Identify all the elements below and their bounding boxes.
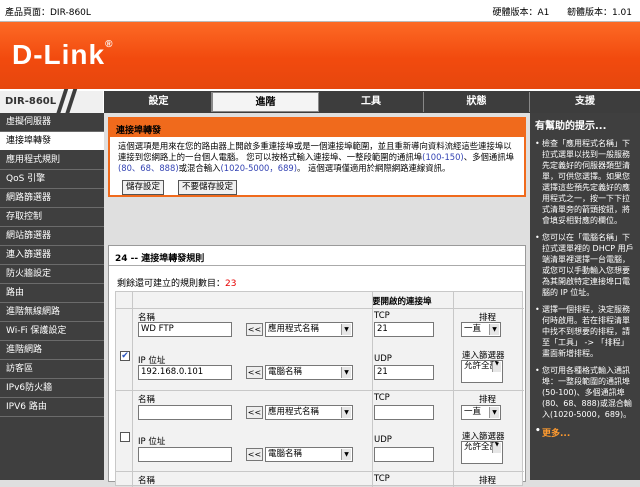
help-tip-3: 選擇一個排程，決定服務何時啟用。若在排程清單中找不到想要的排程，請至「工具」 -…	[535, 304, 635, 359]
sidebar-item-access-control[interactable]: 存取控制	[0, 208, 104, 227]
pc-arrow-button[interactable]: <<	[246, 448, 263, 461]
rule-name-input[interactable]	[138, 405, 232, 420]
tcp-label: TCP	[374, 474, 390, 484]
tcp-label: TCP	[374, 393, 390, 403]
sidebar-item-firewall-settings[interactable]: 防火牆設定	[0, 265, 104, 284]
sidebar-item-qos-engine[interactable]: QoS 引擎	[0, 170, 104, 189]
sidebar-item-port-forwarding[interactable]: 連接埠轉發	[0, 132, 104, 151]
schedule-label: 排程	[479, 476, 497, 486]
ip-address-input[interactable]	[138, 447, 232, 462]
help-panel: 有幫助的提示... 檢查「應用程式名稱」下拉式選單以找到一般服務先定義好的伺服器…	[530, 113, 640, 480]
port-forwarding-rules: 24 -- 連接埠轉發規則 剩餘還可建立的規則數目：23 要開啟的連接埠 名稱 …	[108, 245, 526, 487]
remaining-count: 23	[225, 279, 237, 289]
version-info: 硬體版本：A1 韌體版本：1.01	[492, 5, 632, 18]
top-nav: DIR-860L 設定 進階 工具 狀態 支援	[0, 89, 640, 115]
header-banner: D-Link®	[0, 22, 640, 89]
sidebar: 虛擬伺服器 連接埠轉發 應用程式規則 QoS 引擎 網路篩選器 存取控制 網站篩…	[0, 113, 104, 480]
section-title: 連接埠轉發	[110, 119, 524, 137]
top-info-bar: 產品頁面：DIR-860L 硬體版本：A1 韌體版本：1.01	[0, 0, 640, 22]
udp-ports-input[interactable]: 21	[374, 365, 434, 380]
schedule-select[interactable]: 一直 ▼	[461, 405, 501, 420]
sidebar-item-network-filter[interactable]: 網路篩選器	[0, 189, 104, 208]
remaining-rules: 剩餘還可建立的規則數目：23	[117, 279, 237, 289]
tcp-ports-input[interactable]	[374, 405, 434, 420]
tab-support[interactable]: 支援	[530, 92, 640, 112]
help-tip-4: 您可用各種格式輸入通訊埠：一整段範圍的通訊埠(50-100)、多個通訊埠(80、…	[535, 365, 635, 420]
udp-label: UDP	[374, 435, 392, 445]
name-label: 名稱	[138, 476, 156, 486]
tcp-label: TCP	[374, 311, 390, 321]
save-settings-button[interactable]: 儲存設定	[122, 180, 165, 195]
app-name-select[interactable]: 應用程式名稱 ▼	[265, 405, 353, 420]
dlink-logo: D-Link®	[12, 39, 114, 70]
sidebar-item-website-filter[interactable]: 網站篩選器	[0, 227, 104, 246]
sidebar-item-guest-zone[interactable]: 訪客區	[0, 360, 104, 379]
rule-enable-checkbox[interactable]	[120, 432, 130, 442]
schedule-select[interactable]: 一直 ▼	[461, 322, 501, 337]
udp-ports-input[interactable]	[374, 447, 434, 462]
col-ports-header: 要開啟的連接埠	[372, 297, 432, 307]
help-tip-1: 檢查「應用程式名稱」下拉式選單以找到一般服務先定義好的伺服器類型清單，可供您選擇…	[535, 138, 635, 226]
name-label: 名稱	[138, 395, 156, 405]
rule-name-input[interactable]: WD FTP	[138, 322, 232, 337]
sidebar-item-inbound-filter[interactable]: 連入篩選器	[0, 246, 104, 265]
sidebar-item-routing[interactable]: 路由	[0, 284, 104, 303]
udp-label: UDP	[374, 354, 392, 364]
app-arrow-button[interactable]: <<	[246, 323, 263, 336]
help-title: 有幫助的提示...	[535, 121, 607, 132]
tab-tools[interactable]: 工具	[319, 92, 424, 112]
sidebar-item-ipv6-routing[interactable]: IPV6 路由	[0, 398, 104, 417]
schedule-label: 排程	[479, 395, 497, 405]
dont-save-button[interactable]: 不要儲存設定	[178, 180, 238, 195]
sidebar-item-ipv6-firewall[interactable]: IPv6防火牆	[0, 379, 104, 398]
sidebar-item-advanced-network[interactable]: 進階網路	[0, 341, 104, 360]
main-content: 連接埠轉發 這個選項是用來在您的路由器上開啟多重連接埠或是一個連接埠範圍，並且重…	[104, 113, 530, 487]
tab-status[interactable]: 狀態	[424, 92, 530, 112]
ip-address-input[interactable]: 192.168.0.101	[138, 365, 232, 380]
pc-name-select[interactable]: 電腦名稱 ▼	[265, 365, 353, 380]
tab-setup[interactable]: 設定	[106, 92, 212, 112]
model-label: DIR-860L	[0, 89, 104, 115]
inbound-filter-select[interactable]: 允許全部 ▼	[461, 441, 503, 464]
inbound-filter-select[interactable]: 允許全部 ▼	[461, 360, 503, 383]
section-description: 這個選項是用來在您的路由器上開啟多重連接埠或是一個連接埠範圍，並且重新導向資料流…	[118, 141, 514, 173]
app-name-select[interactable]: 應用程式名稱 ▼	[265, 322, 353, 337]
app-arrow-button[interactable]: <<	[246, 406, 263, 419]
port-forwarding-intro: 連接埠轉發 這個選項是用來在您的路由器上開啟多重連接埠或是一個連接埠範圍，並且重…	[108, 117, 526, 197]
rule-enable-checkbox[interactable]: ✔	[120, 351, 130, 361]
tab-advanced[interactable]: 進階	[212, 92, 319, 112]
ip-label: IP 位址	[138, 437, 166, 447]
rules-table: 要開啟的連接埠 名稱 WD FTP << 應用程式名稱 ▼ TCP 21 排程 一…	[115, 291, 524, 487]
sidebar-item-virtual-server[interactable]: 虛擬伺服器	[0, 113, 104, 132]
sidebar-item-wifi-protected-setup[interactable]: Wi-Fi 保護設定	[0, 322, 104, 341]
sidebar-item-application-rules[interactable]: 應用程式規則	[0, 151, 104, 170]
pc-name-select[interactable]: 電腦名稱 ▼	[265, 447, 353, 462]
rules-title: 24 -- 連接埠轉發規則	[109, 246, 525, 266]
firmware-version: 韌體版本：1.01	[566, 8, 632, 18]
sidebar-item-advanced-wireless[interactable]: 進階無線網路	[0, 303, 104, 322]
help-tip-2: 您可以在「電腦名稱」下拉式選單裡的 DHCP 用戶端清單裡選擇一台電腦，或您可以…	[535, 232, 635, 298]
pc-arrow-button[interactable]: <<	[246, 366, 263, 379]
hardware-version: 硬體版本：A1	[492, 8, 550, 18]
more-link[interactable]: 更多...	[535, 426, 635, 439]
product-page-label: 產品頁面：DIR-860L	[5, 8, 91, 18]
tcp-ports-input[interactable]: 21	[374, 322, 434, 337]
